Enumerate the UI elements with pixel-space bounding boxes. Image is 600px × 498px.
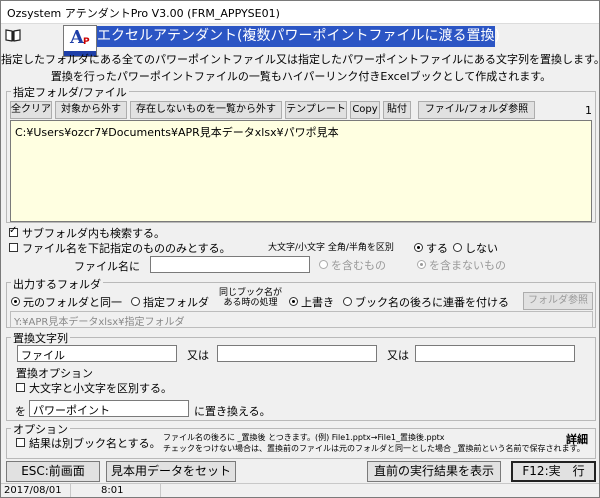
serial-radio[interactable] — [343, 297, 352, 306]
include-radio[interactable] — [319, 260, 328, 269]
detail-link[interactable]: 詳細 — [566, 431, 588, 447]
item-count: 1 — [585, 104, 592, 117]
window-title: Ozsystem アテンダントPro V3.00 (FRM_APPYSE01) — [7, 7, 280, 20]
same-folder-radio[interactable] — [11, 297, 20, 306]
exclude-radio[interactable] — [417, 260, 426, 269]
replace-group-label: 置換文字列 — [11, 330, 70, 346]
serial-label: ブック名の後ろに連番を付ける — [355, 296, 509, 309]
include-label: を含むもの — [331, 259, 386, 272]
replace-to-input[interactable]: パワーポイント — [29, 400, 189, 417]
sample-data-button[interactable]: 見本用データをセット — [106, 461, 236, 482]
replace-option-label: 置換オプション — [16, 367, 93, 380]
case-sensitive-checkbox[interactable] — [16, 383, 25, 392]
description-line-2: 置換を行ったパワーポイントファイルの一覧もハイパーリンク付きExcelブックとし… — [50, 70, 552, 83]
separate-book-label: 結果は別ブック名とする。 — [29, 437, 161, 450]
case-yes-label: する — [426, 242, 448, 255]
case-sensitive-option-label: 大文字と小文字を区別する。 — [29, 382, 172, 395]
find-input-1[interactable]: ファイル — [17, 345, 177, 362]
overwrite-radio[interactable] — [289, 297, 298, 306]
run-button[interactable]: F12:実 行 — [511, 461, 596, 482]
status-time: 8:01 — [71, 484, 161, 497]
description-line-1: 指定したフォルダにある全てのパワーポイントファイル又は指定したパワーポイントファ… — [1, 53, 600, 66]
clear-all-button[interactable]: 全クリア — [10, 101, 52, 119]
remove-target-button[interactable]: 対象から外す — [55, 101, 127, 119]
same-folder-label: 元のフォルダと同一 — [23, 296, 122, 309]
case-no-radio[interactable] — [453, 243, 462, 252]
subfolder-checkbox[interactable] — [9, 225, 18, 237]
title-bar: Ozsystem アテンダントPro V3.00 (FRM_APPYSE01) — [1, 1, 599, 24]
find-input-3[interactable] — [415, 345, 575, 362]
last-result-button[interactable]: 直前の実行結果を表示 — [367, 461, 501, 482]
esc-back-button[interactable]: ESC:前画面 — [6, 461, 100, 482]
overwrite-label: 上書き — [301, 296, 334, 309]
option-note-1: ファイル名の後ろに _置換後 とつきます。(例) File1.pptx→File… — [163, 433, 445, 442]
folder-group-label: 指定フォルダ/ファイル — [11, 84, 129, 100]
folder-list-item[interactable]: C:¥Users¥ozcr7¥Documents¥APR見本データxlsx¥パワ… — [15, 124, 587, 140]
template-button[interactable]: テンプレート — [285, 101, 347, 119]
book-icon[interactable] — [5, 28, 21, 42]
logo-letter: A — [70, 27, 84, 48]
case-no-label: しない — [465, 242, 498, 255]
specified-folder-radio[interactable] — [131, 297, 140, 306]
browse-file-folder-button[interactable]: ファイル/フォルダ参照 — [418, 101, 535, 119]
output-group-label: 出力するフォルダ — [11, 276, 103, 292]
subfolder-label: サブフォルダ内も検索する。 — [22, 227, 165, 240]
output-path-field[interactable]: Y:¥APR見本データxlsx¥指定フォルダ — [10, 311, 593, 328]
filename-input[interactable] — [150, 256, 310, 273]
filename-label: ファイル名に — [74, 260, 140, 273]
option-note-2: チェックをつけない場合は、置換前のファイルは元のフォルダと同一とした場合 _置換… — [163, 444, 585, 453]
status-bar: 2017/08/01 8:01 — [1, 483, 599, 497]
page-banner: エクセルアテンダント(複数パワーポイントファイルに渡る置換) — [97, 26, 500, 47]
case-yes-radio[interactable] — [414, 243, 423, 252]
specified-folder-label: 指定フォルダ — [143, 296, 209, 309]
case-sensitive-label: 大文字/小文字 全角/半角を区別 — [268, 243, 394, 253]
copy-button[interactable]: Copy — [350, 101, 380, 119]
folder-browse-button[interactable]: フォルダ参照 — [523, 292, 593, 310]
app-window: Ozsystem アテンダントPro V3.00 (FRM_APPYSE01) … — [0, 0, 600, 498]
replace-to-prefix: を — [15, 405, 26, 418]
exclude-label: を含まないもの — [429, 259, 506, 272]
filename-only-label: ファイル名を下記指定のもののみとする。 — [22, 242, 231, 255]
folder-list[interactable]: C:¥Users¥ozcr7¥Documents¥APR見本データxlsx¥パワ… — [10, 120, 592, 222]
paste-button[interactable]: 貼付 — [383, 101, 411, 119]
or-label-2: 又は — [387, 349, 409, 362]
status-date: 2017/08/01 — [1, 484, 71, 497]
or-label-1: 又は — [187, 349, 209, 362]
same-name-label: 同じブック名が ある時の処理 — [219, 288, 283, 308]
find-input-2[interactable] — [217, 345, 377, 362]
separate-book-checkbox[interactable] — [16, 438, 25, 447]
remove-missing-button[interactable]: 存在しないものを一覧から外す — [130, 101, 282, 119]
replace-to-suffix: に置き換える。 — [194, 405, 271, 418]
filename-only-checkbox[interactable] — [9, 243, 18, 252]
logo-sub: P — [83, 37, 90, 47]
